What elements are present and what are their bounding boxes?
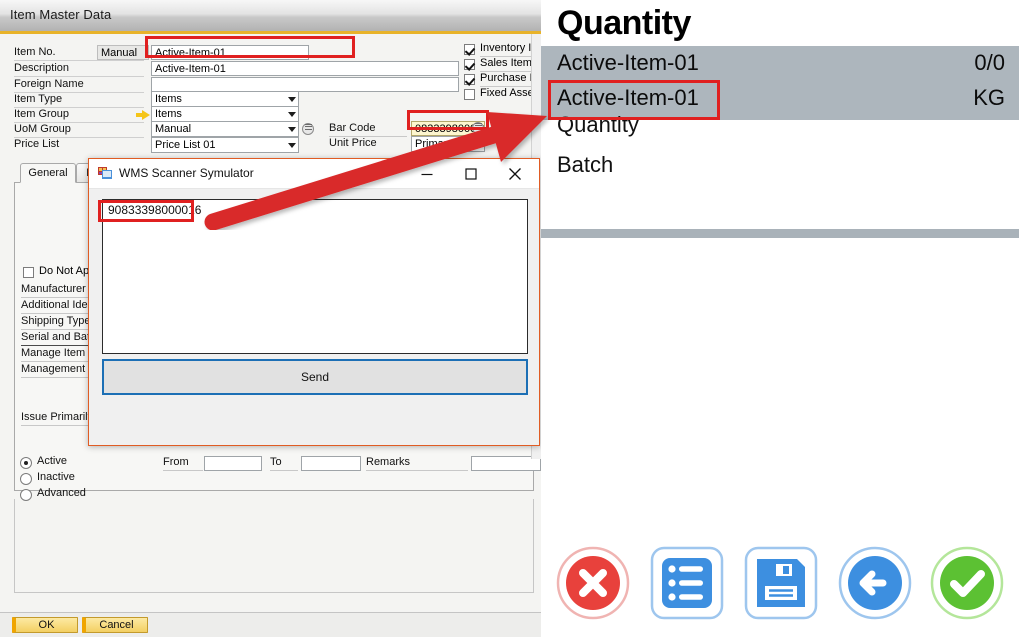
chevron-down-icon (288, 112, 296, 117)
item-group-value: Items (155, 108, 182, 120)
dialog-title: WMS Scanner Symulator (119, 166, 254, 180)
maximize-icon (465, 167, 478, 180)
close-icon (508, 167, 522, 181)
action-toolbar (541, 545, 1019, 629)
minimize-icon (421, 167, 434, 180)
save-button[interactable] (743, 545, 819, 621)
label-to: To (270, 456, 298, 471)
field-label: Item Type (14, 92, 144, 108)
description-input[interactable]: Active-Item-01 (151, 61, 459, 76)
minimize-button[interactable] (405, 159, 449, 188)
item-no-input[interactable]: Active-Item-01 (151, 45, 309, 60)
floppy-disk-icon (743, 545, 819, 621)
check-circle-icon (929, 545, 1005, 621)
section-divider-light (541, 238, 1019, 241)
chevron-down-icon (288, 143, 296, 148)
unit-price-select[interactable]: Primary Curr (411, 136, 485, 152)
back-button[interactable] (837, 545, 913, 621)
checkbox-box[interactable] (464, 44, 475, 55)
field-label: Description (14, 61, 144, 77)
dialog-button-bar: OK Cancel (0, 612, 541, 637)
item-type-value: Items (155, 93, 182, 105)
item-group-select[interactable]: Items (151, 106, 299, 122)
barcode-label: Bar Code (329, 122, 407, 137)
foreign-name-input[interactable] (151, 77, 459, 92)
batch-row-label: Batch (557, 152, 613, 178)
cancel-button[interactable] (555, 545, 631, 621)
wms-scanner-symulator-dialog: WMS Scanner Symulator 90833398000016 Sen… (88, 158, 540, 446)
tab-general[interactable]: General (20, 163, 76, 183)
unit-price-value: Primary Curr (415, 138, 477, 150)
checkbox-box[interactable] (464, 74, 475, 85)
uom-group-list-icon[interactable] (302, 123, 314, 135)
item-master-data-window: Item Master Data Item No. Manual Active-… (0, 0, 542, 637)
list-icon (649, 545, 725, 621)
header-counter: 0/0 (974, 50, 1005, 76)
item-header: Active-Item-01 0/0 Active-Item-01 KG (541, 46, 1019, 120)
wms-quantity-panel: Quantity Active-Item-01 0/0 Active-Item-… (541, 0, 1019, 637)
from-input[interactable] (204, 456, 262, 471)
field-label: Item Group (14, 107, 144, 123)
close-button[interactable] (493, 159, 537, 188)
radio-circle[interactable] (20, 473, 32, 485)
header-item-code: Active-Item-01 (557, 50, 699, 76)
maximize-button[interactable] (449, 159, 493, 188)
item-no-series[interactable]: Manual (97, 45, 149, 60)
section-divider (541, 229, 1019, 238)
checkbox-box[interactable] (23, 267, 34, 278)
field-label: UoM Group (14, 122, 144, 138)
uom-group-value: Manual (155, 123, 191, 135)
radio-label: Active (37, 455, 67, 467)
field-label: Price List (14, 137, 144, 152)
unit-price-label: Unit Price (329, 137, 407, 151)
price-list-select[interactable]: Price List 01 (151, 137, 299, 153)
scanner-input[interactable]: 90833398000016 (102, 199, 528, 354)
window-titlebar: Item Master Data (0, 0, 541, 34)
header-uom: KG (973, 85, 1005, 111)
label-from: From (163, 456, 203, 471)
back-arrow-icon (837, 545, 913, 621)
chevron-down-icon (288, 97, 296, 102)
price-list-value: Price List 01 (155, 139, 216, 151)
chevron-down-icon (288, 127, 296, 132)
field-label: Foreign Name (14, 77, 144, 93)
checkbox-label: Sales Item (480, 57, 532, 72)
barcode-list-icon[interactable] (472, 122, 484, 134)
to-input[interactable] (301, 456, 361, 471)
app-icon (98, 167, 112, 180)
radio-label: Advanced (37, 487, 86, 499)
radio-label: Inactive (37, 471, 75, 483)
quantity-row-label: Quantity (557, 112, 639, 138)
label-remarks: Remarks (366, 456, 468, 471)
panel-title: Quantity (557, 4, 691, 43)
confirm-button[interactable] (929, 545, 1005, 621)
list-button[interactable] (649, 545, 725, 621)
radio-circle[interactable] (20, 489, 32, 501)
checkbox-box[interactable] (464, 59, 475, 70)
field-row-description: Description Active-Item-01 (0, 61, 500, 77)
cancel-button[interactable]: Cancel (82, 617, 148, 633)
uom-group-select[interactable]: Manual (151, 121, 299, 137)
checkbox-label: Do Not App (39, 265, 95, 279)
field-row-item-no: Item No. Manual Active-Item-01 (0, 45, 500, 61)
radio-circle[interactable] (20, 457, 32, 469)
header-item-name: Active-Item-01 (557, 85, 699, 111)
form-lower-frame (14, 499, 534, 593)
link-arrow-icon[interactable] (142, 110, 150, 120)
dialog-titlebar: WMS Scanner Symulator (89, 159, 539, 189)
ok-button[interactable]: OK (12, 617, 78, 633)
send-button[interactable]: Send (102, 359, 528, 395)
checkbox-box[interactable] (464, 89, 475, 100)
item-type-select[interactable]: Items (151, 91, 299, 107)
chevron-down-icon (474, 142, 482, 147)
page-title: Item Master Data (10, 7, 111, 22)
x-circle-icon (555, 545, 631, 621)
